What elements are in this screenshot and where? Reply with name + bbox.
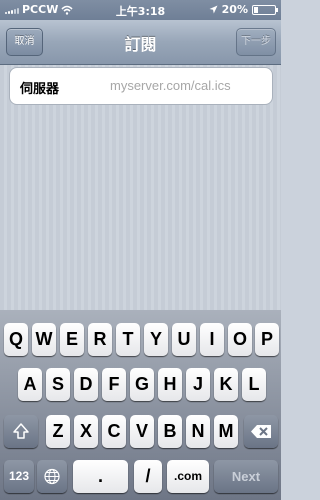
key-h[interactable]: H (158, 368, 182, 401)
key-k[interactable]: K (214, 368, 238, 401)
key-v[interactable]: V (130, 415, 154, 448)
shift-key[interactable] (4, 415, 38, 448)
navigation-bar: 取消 訂閱 下一步 (0, 20, 281, 65)
key-f[interactable]: F (102, 368, 126, 401)
key-r[interactable]: R (88, 323, 112, 356)
backspace-icon (251, 425, 271, 438)
battery-icon (252, 4, 278, 15)
server-label: 伺服器 (20, 82, 60, 97)
server-input[interactable]: myserver.com/cal.ics (110, 78, 231, 93)
key-p[interactable]: P (255, 323, 279, 356)
battery-percent: 20% (221, 3, 248, 16)
delete-key[interactable] (244, 415, 278, 448)
key-s[interactable]: S (46, 368, 70, 401)
form-area: 伺服器 myserver.com/cal.ics (0, 65, 281, 310)
key-o[interactable]: O (228, 323, 252, 356)
key-x[interactable]: X (74, 415, 98, 448)
next-step-button[interactable]: 下一步 (236, 28, 276, 56)
key-m[interactable]: M (214, 415, 238, 448)
key-i[interactable]: I (200, 323, 224, 356)
key-d[interactable]: D (74, 368, 98, 401)
key-w[interactable]: W (32, 323, 56, 356)
keyboard: Q W E R T Y U I O P A S D F G H J K L Z … (0, 310, 281, 500)
key-e[interactable]: E (60, 323, 84, 356)
server-field[interactable]: 伺服器 myserver.com/cal.ics (9, 67, 273, 105)
key-c[interactable]: C (102, 415, 126, 448)
globe-icon (44, 468, 60, 485)
key-a[interactable]: A (18, 368, 42, 401)
globe-key[interactable] (37, 460, 67, 493)
key-b[interactable]: B (158, 415, 182, 448)
key-j[interactable]: J (186, 368, 210, 401)
slash-key[interactable]: / (134, 460, 162, 493)
battery-fill (254, 6, 258, 13)
key-u[interactable]: U (172, 323, 196, 356)
key-l[interactable]: L (242, 368, 266, 401)
location-arrow-icon (209, 5, 218, 14)
status-right: 20% (209, 3, 278, 16)
key-q[interactable]: Q (4, 323, 28, 356)
key-t[interactable]: T (116, 323, 140, 356)
dot-key[interactable]: . (73, 460, 128, 493)
key-n[interactable]: N (186, 415, 210, 448)
dotcom-key[interactable]: .com (167, 460, 209, 493)
numbers-key[interactable]: 123 (4, 460, 34, 493)
next-key[interactable]: Next (214, 460, 278, 493)
key-z[interactable]: Z (46, 415, 70, 448)
status-bar: PCCW 上午3:18 20% (0, 0, 281, 20)
shift-arrow-icon (13, 423, 29, 439)
key-g[interactable]: G (130, 368, 154, 401)
key-y[interactable]: Y (144, 323, 168, 356)
